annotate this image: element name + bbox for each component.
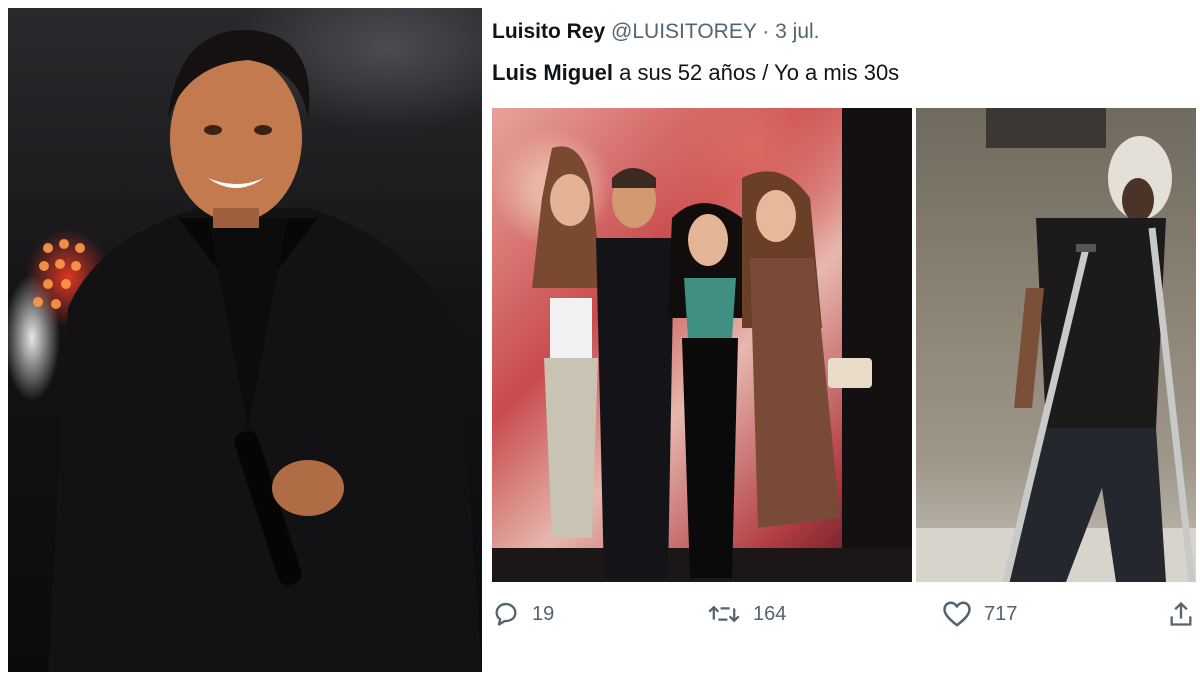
retweet-count: 164 — [753, 602, 787, 625]
group-photo-illustration — [492, 108, 912, 582]
share-icon[interactable] — [1168, 600, 1194, 628]
heart-icon[interactable] — [942, 600, 972, 628]
author-handle[interactable]: @LUISITOREY — [611, 20, 756, 43]
separator-dot: · — [762, 20, 770, 43]
share-action[interactable] — [1168, 600, 1194, 628]
reply-action[interactable]: 19 — [492, 600, 554, 628]
author-name[interactable]: Luisito Rey — [492, 20, 605, 43]
tweet-image-crutches[interactable] — [916, 108, 1196, 582]
tweet-actions: 19 164 717 — [482, 600, 1200, 640]
singer-photo — [8, 8, 482, 672]
tweet-text-rest: a sus 52 años / Yo a mis 30s — [613, 60, 900, 85]
tweet-text: Luis Miguel a sus 52 años / Yo a mis 30s — [492, 60, 899, 86]
reply-count: 19 — [532, 602, 555, 625]
reply-icon[interactable] — [492, 600, 520, 628]
tweet-header: Luisito Rey @LUISITOREY · 3 jul. — [492, 20, 820, 44]
crutches-photo-illustration — [916, 108, 1196, 582]
like-count: 717 — [984, 602, 1018, 625]
tweet-image-group[interactable] — [492, 108, 912, 582]
singer-photo-illustration — [33, 29, 482, 672]
tweet-text-bold: Luis Miguel — [492, 60, 613, 85]
retweet-action[interactable]: 164 — [707, 600, 786, 628]
tweet-date[interactable]: 3 jul. — [775, 20, 819, 43]
tweet-card[interactable]: Luisito Rey @LUISITOREY · 3 jul. Luis Mi… — [482, 8, 1200, 672]
retweet-icon[interactable] — [707, 600, 741, 628]
like-action[interactable]: 717 — [942, 600, 1017, 628]
